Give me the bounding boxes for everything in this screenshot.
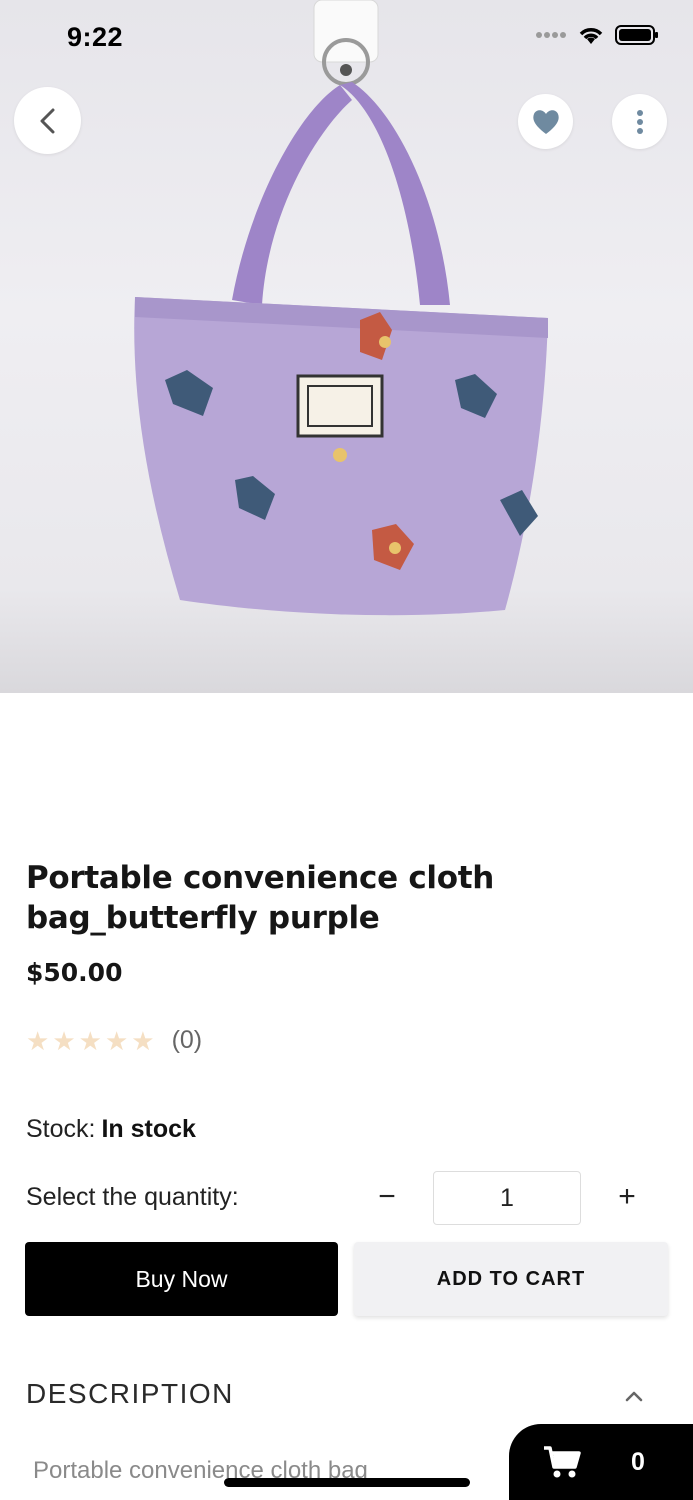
star-icon: ★	[52, 1025, 76, 1056]
rating-count: (0)	[171, 1026, 203, 1054]
rating[interactable]: ★ ★ ★ ★ ★ (0)	[26, 1026, 202, 1055]
status-icons	[535, 24, 659, 46]
favorite-button[interactable]	[518, 94, 573, 149]
product-price: $50.00	[26, 958, 123, 987]
product-image	[0, 0, 693, 693]
description-header[interactable]: DESCRIPTION	[26, 1378, 234, 1410]
quantity-label: Select the quantity:	[26, 1183, 239, 1211]
chevron-left-icon	[40, 108, 54, 133]
quantity-increase-button[interactable]: +	[610, 1180, 644, 1214]
stock-value: In stock	[101, 1115, 196, 1143]
home-indicator	[224, 1478, 470, 1487]
star-icon: ★	[131, 1025, 155, 1056]
add-to-cart-button[interactable]: ADD TO CART	[354, 1242, 668, 1316]
signal-icon	[536, 32, 566, 38]
product-title: Portable convenience cloth bag_butterfly…	[26, 860, 495, 936]
chevron-up-icon[interactable]	[620, 1382, 648, 1410]
more-vertical-icon	[636, 109, 643, 134]
stock-label: Stock:	[26, 1115, 96, 1143]
cart-count: 0	[631, 1447, 645, 1476]
quantity-decrease-button[interactable]: −	[370, 1180, 404, 1214]
more-options-button[interactable]	[612, 94, 667, 149]
heart-icon	[532, 109, 559, 134]
shopping-cart-icon	[544, 1446, 581, 1478]
star-icon: ★	[26, 1025, 50, 1056]
stock-row: Stock: In stock	[26, 1115, 196, 1144]
quantity-input[interactable]: 1	[433, 1171, 581, 1225]
battery-icon	[615, 25, 658, 45]
back-button[interactable]	[14, 87, 81, 154]
bag-illustration	[134, 0, 548, 616]
star-icon: ★	[104, 1025, 129, 1056]
wifi-icon	[579, 28, 603, 44]
floating-cart-button[interactable]: 0	[509, 1424, 693, 1500]
status-time: 9:22	[67, 22, 124, 52]
star-icon: ★	[78, 1025, 102, 1056]
buy-now-button[interactable]: Buy Now	[25, 1242, 338, 1316]
